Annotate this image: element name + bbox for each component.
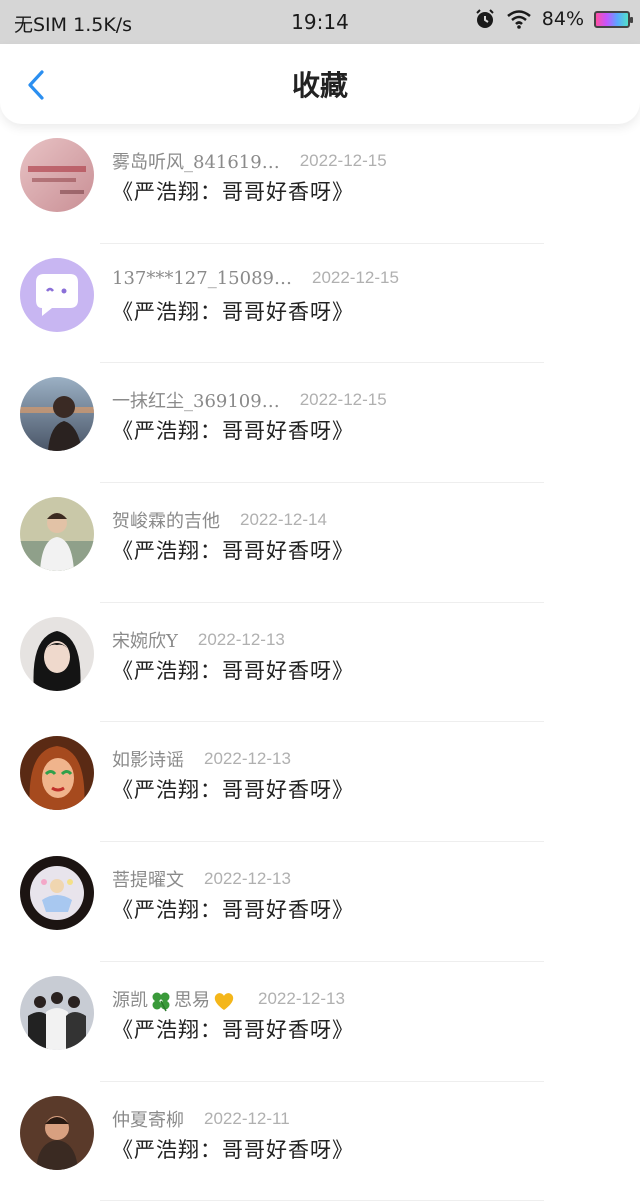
- date: 2022-12-13: [258, 989, 345, 1009]
- date: 2022-12-13: [204, 749, 291, 769]
- list-item[interactable]: 仲夏寄柳 2022-12-11 《严浩翔：哥哥好香呀》: [0, 1082, 640, 1201]
- username[interactable]: 贺峻霖的吉他: [112, 507, 220, 533]
- favorite-title[interactable]: 《严浩翔：哥哥好香呀》: [112, 296, 354, 326]
- item-meta: 源凯 思易 2022-12-13: [112, 986, 345, 1012]
- list-item[interactable]: 源凯 思易 2022-12-13 《严浩翔：哥哥好香呀》: [0, 962, 640, 1082]
- favorite-title[interactable]: 《严浩翔：哥哥好香呀》: [112, 535, 354, 565]
- list-item[interactable]: 贺峻霖的吉他 2022-12-14 《严浩翔：哥哥好香呀》: [0, 483, 640, 603]
- wifi-icon: [506, 9, 532, 29]
- username[interactable]: 一抹红尘_369109…: [112, 387, 280, 413]
- avatar[interactable]: [20, 138, 94, 212]
- item-meta: 菩提曜文 2022-12-13: [112, 866, 291, 892]
- username[interactable]: 宋婉欣Y: [112, 627, 178, 653]
- yellow-heart-icon: [212, 990, 236, 1012]
- list-item[interactable]: 137***127_15089… 2022-12-15 《严浩翔：哥哥好香呀》: [0, 244, 640, 364]
- status-right: 84%: [474, 8, 630, 30]
- battery-icon: [594, 11, 630, 28]
- username[interactable]: 仲夏寄柳: [112, 1106, 184, 1132]
- list-item[interactable]: 菩提曜文 2022-12-13 《严浩翔：哥哥好香呀》: [0, 842, 640, 962]
- username[interactable]: 雾岛听风_841619…: [112, 148, 280, 174]
- battery-percent: 84%: [542, 8, 584, 30]
- username[interactable]: 菩提曜文: [112, 866, 184, 892]
- page-title: 收藏: [0, 64, 640, 104]
- favorites-list: 雾岛听风_841619… 2022-12-15 《严浩翔：哥哥好香呀》 137*…: [0, 124, 640, 1201]
- list-item[interactable]: 雾岛听风_841619… 2022-12-15 《严浩翔：哥哥好香呀》: [0, 124, 640, 244]
- item-meta: 如影诗谣 2022-12-13: [112, 746, 291, 772]
- avatar[interactable]: [20, 736, 94, 810]
- avatar[interactable]: [20, 856, 94, 930]
- list-item[interactable]: 一抹红尘_369109… 2022-12-15 《严浩翔：哥哥好香呀》: [0, 363, 640, 483]
- avatar[interactable]: [20, 976, 94, 1050]
- date: 2022-12-13: [198, 630, 285, 650]
- date: 2022-12-15: [312, 268, 399, 288]
- username[interactable]: 源凯 思易: [112, 986, 238, 1012]
- username-part: 思易: [174, 990, 210, 1011]
- item-meta: 贺峻霖的吉他 2022-12-14: [112, 507, 327, 533]
- list-item[interactable]: 宋婉欣Y 2022-12-13 《严浩翔：哥哥好香呀》: [0, 603, 640, 723]
- nav-bar: 收藏: [0, 44, 640, 124]
- avatar[interactable]: [20, 377, 94, 451]
- username[interactable]: 如影诗谣: [112, 746, 184, 772]
- date: 2022-12-13: [204, 869, 291, 889]
- favorite-title[interactable]: 《严浩翔：哥哥好香呀》: [112, 774, 354, 804]
- username[interactable]: 137***127_15089…: [112, 268, 292, 289]
- favorite-title[interactable]: 《严浩翔：哥哥好香呀》: [112, 1014, 354, 1044]
- item-meta: 一抹红尘_369109… 2022-12-15: [112, 387, 387, 413]
- date: 2022-12-15: [300, 151, 387, 171]
- date: 2022-12-14: [240, 510, 327, 530]
- date: 2022-12-15: [300, 390, 387, 410]
- item-meta: 仲夏寄柳 2022-12-11: [112, 1106, 290, 1132]
- status-bar: 无SIM 1.5K/s 19:14 84%: [0, 0, 640, 44]
- list-item[interactable]: 如影诗谣 2022-12-13 《严浩翔：哥哥好香呀》: [0, 722, 640, 842]
- four-leaf-clover-icon: [150, 990, 172, 1012]
- item-meta: 宋婉欣Y 2022-12-13: [112, 627, 285, 653]
- favorite-title[interactable]: 《严浩翔：哥哥好香呀》: [112, 415, 354, 445]
- avatar[interactable]: [20, 1096, 94, 1170]
- avatar[interactable]: [20, 617, 94, 691]
- avatar[interactable]: [20, 497, 94, 571]
- item-meta: 雾岛听风_841619… 2022-12-15: [112, 148, 387, 174]
- username-part: 源凯: [112, 990, 148, 1011]
- favorite-title[interactable]: 《严浩翔：哥哥好香呀》: [112, 894, 354, 924]
- favorite-title[interactable]: 《严浩翔：哥哥好香呀》: [112, 176, 354, 206]
- favorite-title[interactable]: 《严浩翔：哥哥好香呀》: [112, 1134, 354, 1164]
- item-meta: 137***127_15089… 2022-12-15: [112, 268, 399, 289]
- avatar[interactable]: [20, 258, 94, 332]
- favorite-title[interactable]: 《严浩翔：哥哥好香呀》: [112, 655, 354, 685]
- alarm-icon: [474, 8, 496, 30]
- date: 2022-12-11: [204, 1109, 290, 1129]
